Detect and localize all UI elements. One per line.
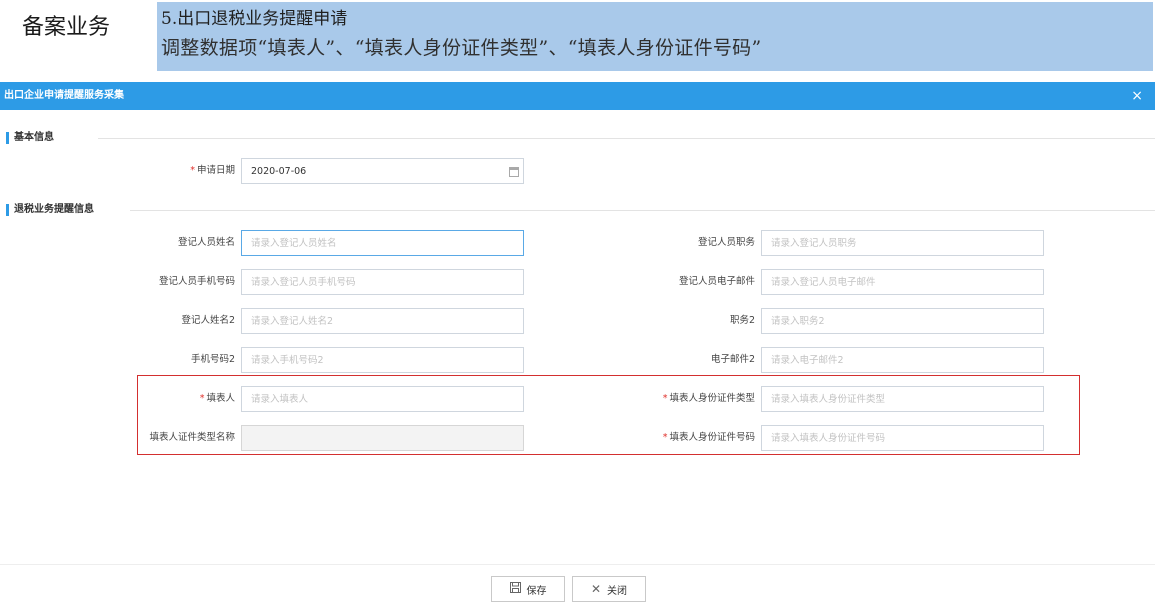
filler-id-type-label: * 填表人身份证件类型 <box>662 393 755 404</box>
banner-note: 5.出口退税业务提醒申请 调整数据项“填表人”、“填表人身份证件类型”、“填表人… <box>157 2 1153 71</box>
reg-name-input[interactable] <box>241 230 524 256</box>
banner-note-title: 5.出口退税业务提醒申请 <box>161 9 348 29</box>
title2-input[interactable] <box>761 308 1044 334</box>
save-button[interactable]: 保存 <box>491 576 565 602</box>
banner-note-detail: 调整数据项“填表人”、“填表人身份证件类型”、“填表人身份证件号码” <box>161 37 762 59</box>
apply-date-label: * 申请日期 <box>190 165 235 176</box>
reg-title-input[interactable] <box>761 230 1044 256</box>
filler-id-no-label: * 填表人身份证件号码 <box>662 432 755 443</box>
required-mark: * <box>662 393 668 404</box>
close-button[interactable]: ✕ 关闭 <box>572 576 646 602</box>
email2-input[interactable] <box>761 347 1044 373</box>
save-button-label: 保存 <box>526 585 547 597</box>
required-mark: * <box>190 165 195 176</box>
phone2-input[interactable] <box>241 347 524 373</box>
banner-category: 备案业务 <box>22 15 111 40</box>
section-reminder-info: 退税业务提醒信息 <box>6 203 1155 217</box>
close-icon: ✕ <box>590 582 602 596</box>
filler-cert-name-label: 填表人证件类型名称 <box>149 432 235 443</box>
filler-id-no-input[interactable] <box>761 425 1044 451</box>
section-basic-title: 基本信息 <box>14 132 54 143</box>
section-reminder-title: 退税业务提醒信息 <box>14 204 94 215</box>
required-mark: * <box>199 393 205 404</box>
apply-date-input[interactable] <box>241 158 524 184</box>
email2-label: 电子邮件2 <box>710 354 755 365</box>
section-marker <box>6 204 9 216</box>
dialog-title: 出口企业申请提醒服务采集 <box>4 90 124 101</box>
reg-phone-input[interactable] <box>241 269 524 295</box>
reg-email-input[interactable] <box>761 269 1044 295</box>
dialog-titlebar: 出口企业申请提醒服务采集 × <box>0 82 1155 110</box>
phone2-label: 手机号码2 <box>190 354 235 365</box>
dialog-close-icon[interactable]: × <box>1131 82 1143 110</box>
reg-email-label: 登记人员电子邮件 <box>678 276 755 287</box>
section-basic-info: 基本信息 <box>6 131 1155 145</box>
close-button-label: 关闭 <box>607 585 628 597</box>
filler-input[interactable] <box>241 386 524 412</box>
filler-cert-name-input <box>241 425 524 451</box>
footer-divider <box>0 564 1155 565</box>
reg-name-label: 登记人员姓名 <box>177 237 235 248</box>
save-icon <box>509 582 521 596</box>
reg-name2-input[interactable] <box>241 308 524 334</box>
filler-id-type-input[interactable] <box>761 386 1044 412</box>
filler-label: * 填表人 <box>199 393 235 404</box>
reg-name2-label: 登记人姓名2 <box>181 315 235 326</box>
section-divider <box>130 210 1155 211</box>
section-divider <box>98 138 1155 139</box>
reg-title-label: 登记人员职务 <box>697 237 755 248</box>
required-mark: * <box>662 432 668 443</box>
section-marker <box>6 132 9 144</box>
calendar-icon[interactable] <box>509 167 519 177</box>
title2-label: 职务2 <box>729 315 755 326</box>
reg-phone-label: 登记人员手机号码 <box>158 276 235 287</box>
